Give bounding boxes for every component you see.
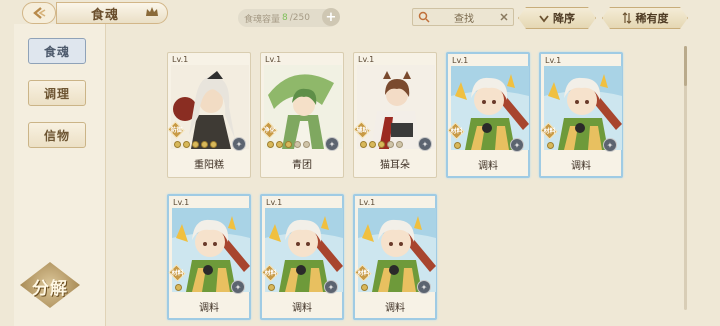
role-badge-label: 材料 [357,270,370,277]
role-badge-label: 防御 [170,127,183,134]
card-level: Lv.1 [266,198,283,207]
search-box[interactable]: 查找 [412,8,514,26]
star-icon [396,141,403,148]
card-name: 重阳糕 [194,160,224,171]
role-badge-label: 材料 [450,128,463,135]
page-title: 食魂 [91,7,120,23]
star-icon [268,284,275,291]
star-icon [547,142,554,149]
card-name: 猫耳朵 [380,160,410,171]
star-rating [360,141,403,148]
crown-icon [146,7,158,16]
sort-arrows-icon [622,12,632,24]
sort-order-icon [539,13,549,23]
equip-slot-icon: ✦ [418,137,432,151]
page-title-tab: 食魂 [56,2,168,24]
card-level: Lv.1 [452,56,469,65]
sort-rarity-label: 稀有度 [635,12,669,25]
tab-food-soul-label: 食魂 [43,44,70,59]
star-rating [268,284,275,291]
equip-slot-icon: ✦ [603,138,617,152]
star-rating [361,284,368,291]
card-level: Lv.1 [358,55,375,64]
star-icon [183,141,190,148]
food-soul-card[interactable]: Lv.1 防御 ✦ 重阳糕 [167,52,251,178]
decompose-label[interactable]: 分解 [18,274,82,299]
star-icon [303,141,310,148]
star-icon [360,141,367,148]
role-badge-label: 材料 [171,270,184,277]
tab-token[interactable]: 信物 [28,122,86,148]
capacity-label: 食魂容量 [244,14,281,25]
search-icon [418,11,430,23]
top-bar: 食魂 食魂容量 8 /250 + 查找 降序 稀有度 [0,0,720,34]
star-icon [210,141,217,148]
role-badge-label: 材料 [543,128,556,135]
sort-rarity-button[interactable]: 稀有度 [602,7,688,29]
star-rating [175,284,182,291]
capacity-display: 食魂容量 8 /250 + [238,8,340,27]
search-input[interactable]: 查找 [431,10,497,25]
equip-slot-icon: ✦ [324,280,338,294]
star-icon [192,141,199,148]
role-badge-label: 辅助 [356,127,369,134]
star-icon [361,284,368,291]
food-soul-card[interactable]: Lv.1 辅助 ✦ 猫耳朵 [353,52,437,178]
card-level: Lv.1 [173,198,190,207]
equip-slot-icon: ✦ [417,280,431,294]
food-soul-card[interactable]: Lv.1 净化 ✦ 青团 [260,52,344,178]
star-icon [387,141,394,148]
capacity-current: 8 [282,13,288,23]
food-soul-card[interactable]: Lv.1 材料 ✦ 调料 [260,194,344,320]
back-arrow-icon [33,7,46,19]
card-name: 调料 [385,303,405,314]
tab-conditioning[interactable]: 调理 [28,80,86,106]
scrollbar-thumb[interactable] [684,46,687,86]
equip-slot-icon: ✦ [325,137,339,151]
scrollbar[interactable] [684,46,687,310]
star-icon [369,141,376,148]
star-rating [547,142,554,149]
star-icon [276,141,283,148]
role-badge-label: 净化 [263,127,276,134]
food-soul-card[interactable]: Lv.1 材料 ✦ 调料 [167,194,251,320]
card-level: Lv.1 [359,198,376,207]
role-badge-label: 材料 [264,270,277,277]
back-button[interactable] [22,2,56,24]
star-icon [174,141,181,148]
star-icon [378,141,385,148]
food-soul-card[interactable]: Lv.1 材料 ✦ 调料 [539,52,623,178]
equip-slot-icon: ✦ [231,280,245,294]
tab-food-soul[interactable]: 食魂 [28,38,86,64]
card-level: Lv.1 [265,55,282,64]
card-name: 调料 [292,303,312,314]
card-level: Lv.1 [172,55,189,64]
card-name: 调料 [199,303,219,314]
star-icon [267,141,274,148]
equip-slot-icon: ✦ [232,137,246,151]
card-name: 调料 [571,161,591,172]
equip-slot-icon: ✦ [510,138,524,152]
card-name: 青团 [292,160,312,171]
card-level: Lv.1 [545,56,562,65]
sort-order-label: 降序 [553,12,575,25]
food-soul-card[interactable]: Lv.1 材料 ✦ 调料 [446,52,530,178]
tab-token-label: 信物 [43,128,70,143]
food-soul-card[interactable]: Lv.1 材料 ✦ 调料 [353,194,437,320]
star-icon [175,284,182,291]
star-rating [454,142,461,149]
star-rating [174,141,217,148]
clear-search-icon[interactable] [497,12,511,22]
star-icon [285,141,292,148]
star-rating [267,141,310,148]
tab-conditioning-label: 调理 [43,86,70,101]
sort-order-button[interactable]: 降序 [518,7,596,29]
star-icon [201,141,208,148]
star-icon [454,142,461,149]
add-capacity-button[interactable]: + [322,8,340,26]
card-name: 调料 [478,161,498,172]
capacity-max: /250 [289,13,310,23]
star-icon [294,141,301,148]
